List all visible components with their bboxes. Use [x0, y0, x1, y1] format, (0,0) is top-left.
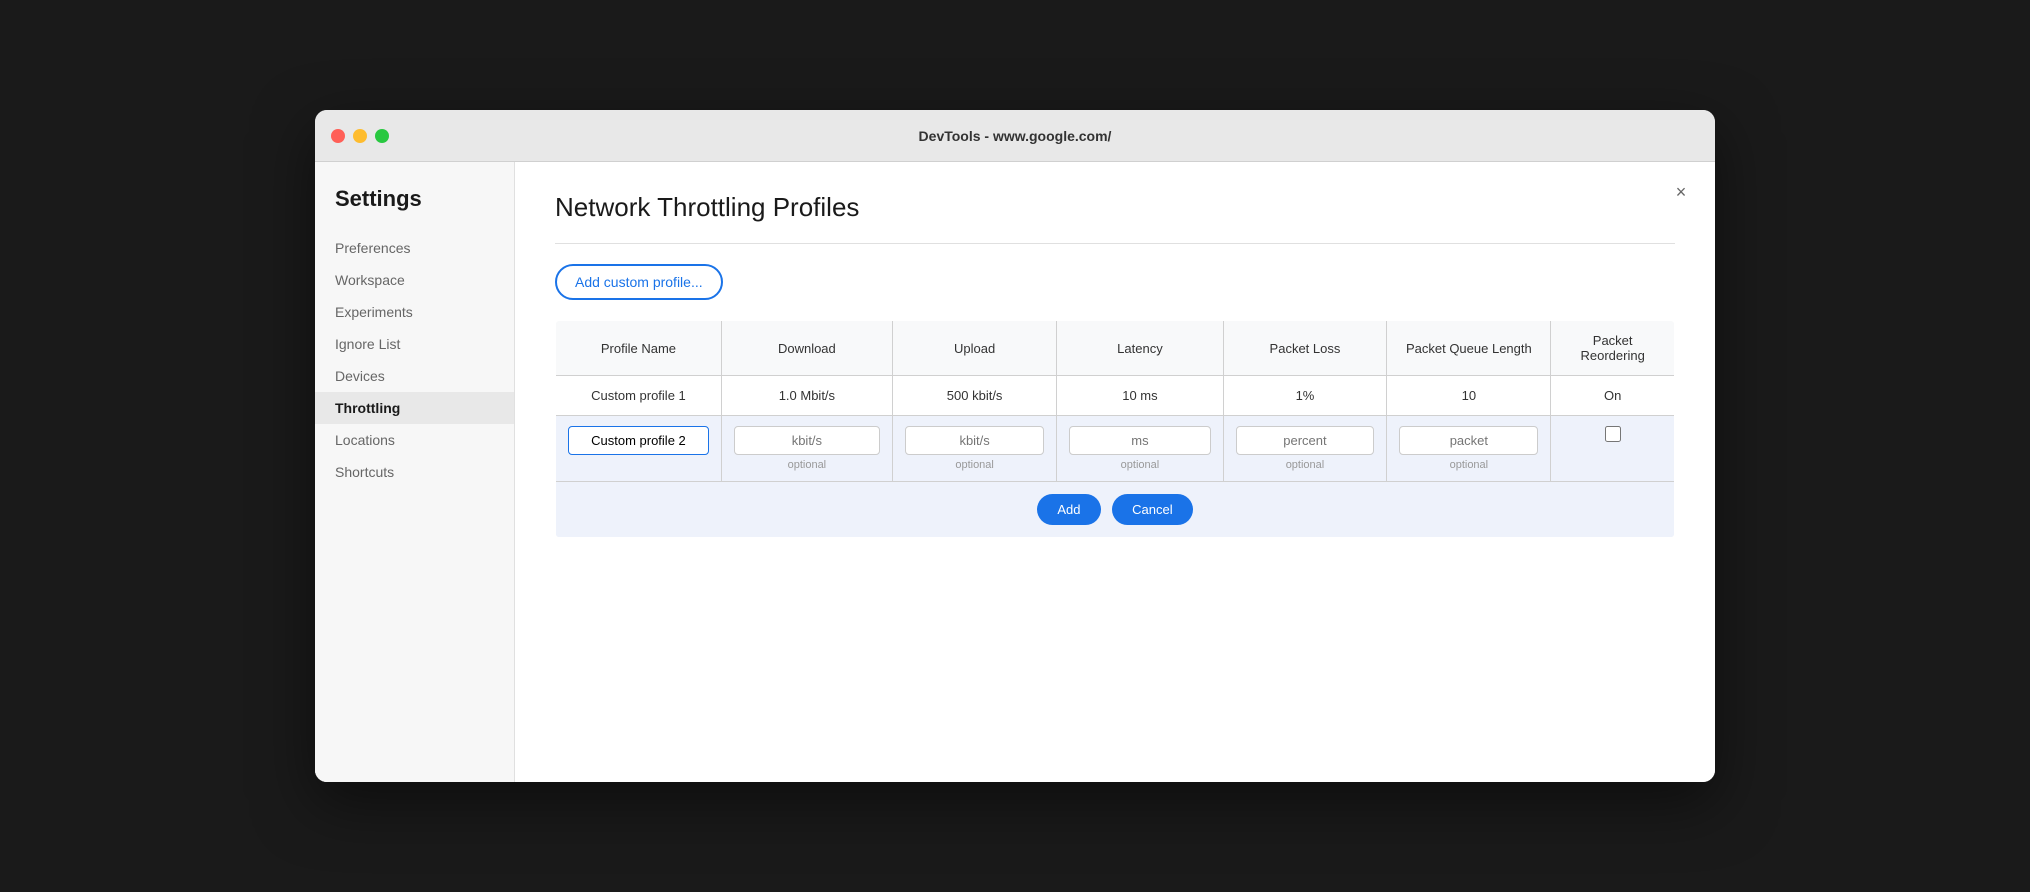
devtools-window: DevTools - www.google.com/ Settings Pref…: [315, 110, 1715, 782]
table-header-row: Profile Name Download Upload Latency Pac…: [556, 321, 1675, 376]
col-header-download: Download: [721, 321, 892, 376]
latency-input[interactable]: [1069, 426, 1210, 455]
sidebar-item-workspace[interactable]: Workspace: [315, 264, 514, 296]
sidebar-item-experiments[interactable]: Experiments: [315, 296, 514, 328]
packet-queue-hint: optional: [1399, 459, 1538, 471]
profile-name-cell: Custom profile 1: [556, 376, 722, 416]
sidebar-item-throttling[interactable]: Throttling: [315, 392, 514, 424]
download-hint: optional: [734, 459, 880, 471]
sidebar-item-locations[interactable]: Locations: [315, 424, 514, 456]
minimize-traffic-light[interactable]: [353, 129, 367, 143]
maximize-traffic-light[interactable]: [375, 129, 389, 143]
add-button[interactable]: Add: [1037, 494, 1100, 525]
page-title: Network Throttling Profiles: [555, 192, 1675, 223]
col-header-packet-loss: Packet Loss: [1223, 321, 1387, 376]
packet-queue-cell: 10: [1387, 376, 1551, 416]
profiles-table: Profile Name Download Upload Latency Pac…: [555, 320, 1675, 538]
new-latency-cell: optional: [1057, 416, 1223, 482]
packet-reordering-checkbox-wrapper: [1563, 426, 1662, 442]
main-content: × Network Throttling Profiles Add custom…: [515, 162, 1715, 782]
upload-input[interactable]: [905, 426, 1044, 455]
actions-row: Add Cancel: [556, 482, 1675, 538]
window-body: Settings Preferences Workspace Experimen…: [315, 162, 1715, 782]
sidebar-item-preferences[interactable]: Preferences: [315, 232, 514, 264]
packet-loss-cell: 1%: [1223, 376, 1387, 416]
titlebar: DevTools - www.google.com/: [315, 110, 1715, 162]
sidebar: Settings Preferences Workspace Experimen…: [315, 162, 515, 782]
sidebar-item-devices[interactable]: Devices: [315, 360, 514, 392]
window-title: DevTools - www.google.com/: [919, 128, 1112, 144]
table-row: Custom profile 1 1.0 Mbit/s 500 kbit/s 1…: [556, 376, 1675, 416]
download-cell: 1.0 Mbit/s: [721, 376, 892, 416]
new-packet-reordering-cell: [1551, 416, 1675, 482]
upload-cell: 500 kbit/s: [892, 376, 1056, 416]
col-header-latency: Latency: [1057, 321, 1223, 376]
upload-hint: optional: [905, 459, 1044, 471]
latency-hint: optional: [1069, 459, 1210, 471]
packet-reordering-cell: On: [1551, 376, 1675, 416]
new-profile-name-cell: [556, 416, 722, 482]
col-header-packet-queue: Packet Queue Length: [1387, 321, 1551, 376]
actions-cell: Add Cancel: [556, 482, 1675, 538]
new-profile-row: optional optional optional optional: [556, 416, 1675, 482]
new-upload-cell: optional: [892, 416, 1056, 482]
profile-name-input[interactable]: [568, 426, 709, 455]
close-button[interactable]: ×: [1667, 178, 1695, 206]
sidebar-title: Settings: [315, 186, 514, 232]
packet-reordering-checkbox[interactable]: [1605, 426, 1621, 442]
sidebar-item-shortcuts[interactable]: Shortcuts: [315, 456, 514, 488]
close-traffic-light[interactable]: [331, 129, 345, 143]
packet-queue-input[interactable]: [1399, 426, 1538, 455]
col-header-upload: Upload: [892, 321, 1056, 376]
cancel-button[interactable]: Cancel: [1112, 494, 1192, 525]
packet-loss-input[interactable]: [1236, 426, 1375, 455]
latency-cell: 10 ms: [1057, 376, 1223, 416]
traffic-lights: [331, 129, 389, 143]
col-header-packet-reordering: Packet Reordering: [1551, 321, 1675, 376]
new-packet-queue-cell: optional: [1387, 416, 1551, 482]
new-packet-loss-cell: optional: [1223, 416, 1387, 482]
add-custom-profile-button[interactable]: Add custom profile...: [555, 264, 723, 300]
sidebar-item-ignore-list[interactable]: Ignore List: [315, 328, 514, 360]
section-divider: [555, 243, 1675, 244]
col-header-name: Profile Name: [556, 321, 722, 376]
download-input[interactable]: [734, 426, 880, 455]
packet-loss-hint: optional: [1236, 459, 1375, 471]
new-download-cell: optional: [721, 416, 892, 482]
